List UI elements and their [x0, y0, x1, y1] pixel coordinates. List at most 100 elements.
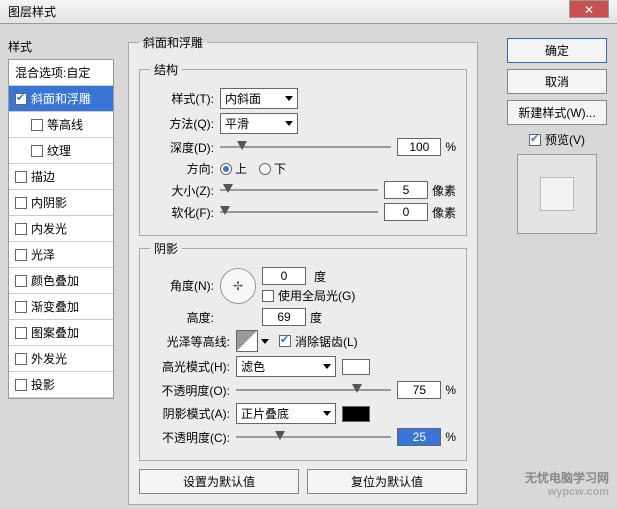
soften-label: 软化(F): — [150, 204, 214, 221]
technique-label: 方法(Q): — [150, 115, 214, 132]
altitude-input[interactable]: 69 — [262, 308, 306, 326]
style-label: 样式(T): — [150, 90, 214, 107]
checkbox-icon — [529, 134, 541, 146]
dialog-buttons: 确定 取消 新建样式(W)... 预览(V) — [507, 38, 607, 240]
highlight-opacity-slider[interactable] — [236, 383, 391, 397]
checkbox-icon[interactable] — [31, 145, 43, 157]
checkbox-icon[interactable] — [15, 223, 27, 235]
style-coloroverlay[interactable]: 颜色叠加 — [9, 268, 113, 294]
altitude-unit: 度 — [310, 309, 322, 326]
shading-group: 阴影 角度(N): ✢ 0 度 使用全局光(G) 高度: 69 度 光泽等高线: — [139, 240, 467, 461]
dropdown-icon — [285, 96, 293, 101]
watermark: 无忧电脑学习网 wypcw.com — [525, 471, 609, 499]
checkbox-icon — [262, 290, 274, 302]
style-list: 混合选项:自定 斜面和浮雕 等高线 纹理 描边 内阴影 内发光 光泽 颜色叠加 … — [8, 59, 114, 399]
size-input[interactable]: 5 — [384, 181, 428, 199]
new-style-button[interactable]: 新建样式(W)... — [507, 100, 607, 125]
blend-options-row[interactable]: 混合选项:自定 — [9, 60, 113, 86]
gloss-contour-picker[interactable] — [236, 330, 258, 352]
style-patternoverlay[interactable]: 图案叠加 — [9, 320, 113, 346]
checkbox-icon[interactable] — [15, 249, 27, 261]
style-outerglow[interactable]: 外发光 — [9, 346, 113, 372]
radio-off-icon — [259, 163, 271, 175]
global-light-checkbox[interactable]: 使用全局光(G) — [262, 287, 355, 304]
style-innerglow[interactable]: 内发光 — [9, 216, 113, 242]
bevel-legend: 斜面和浮雕 — [139, 34, 207, 51]
soften-input[interactable]: 0 — [384, 203, 428, 221]
direction-down-radio[interactable]: 下 — [259, 160, 286, 177]
checkbox-icon[interactable] — [15, 379, 27, 391]
preview-checkbox[interactable]: 预览(V) — [507, 131, 607, 148]
bevel-group: 斜面和浮雕 结构 样式(T): 内斜面 方法(Q): 平滑 深度(D): 100… — [128, 34, 478, 505]
checkbox-icon[interactable] — [15, 93, 27, 105]
checkbox-icon[interactable] — [15, 197, 27, 209]
shading-legend: 阴影 — [150, 240, 182, 257]
structure-legend: 结构 — [150, 61, 182, 78]
style-satin[interactable]: 光泽 — [9, 242, 113, 268]
size-label: 大小(Z): — [150, 182, 214, 199]
depth-input[interactable]: 100 — [397, 138, 441, 156]
shadow-color-swatch[interactable] — [342, 406, 370, 422]
dropdown-icon — [285, 121, 293, 126]
soften-slider[interactable] — [220, 205, 378, 219]
technique-select[interactable]: 平滑 — [220, 113, 298, 134]
angle-label: 角度(N): — [150, 277, 214, 294]
checkbox-icon — [279, 335, 291, 347]
angle-dial[interactable]: ✢ — [220, 268, 256, 304]
dropdown-icon — [323, 411, 331, 416]
style-texture[interactable]: 纹理 — [9, 138, 113, 164]
title-bar: 图层样式 ✕ — [0, 0, 617, 24]
size-unit: 像素 — [432, 182, 456, 199]
checkbox-icon[interactable] — [15, 171, 27, 183]
style-stroke[interactable]: 描边 — [9, 164, 113, 190]
gloss-label: 光泽等高线: — [150, 333, 230, 350]
depth-label: 深度(D): — [150, 139, 214, 156]
settings-panel: 斜面和浮雕 结构 样式(T): 内斜面 方法(Q): 平滑 深度(D): 100… — [128, 30, 478, 509]
window-title: 图层样式 — [8, 5, 56, 19]
soften-unit: 像素 — [432, 204, 456, 221]
shadow-mode-label: 阴影模式(A): — [150, 405, 230, 422]
shadow-opacity-slider[interactable] — [236, 430, 391, 444]
checkbox-icon[interactable] — [15, 275, 27, 287]
structure-group: 结构 样式(T): 内斜面 方法(Q): 平滑 深度(D): 100 % 方向:… — [139, 61, 467, 236]
highlight-opacity-input[interactable]: 75 — [397, 381, 441, 399]
dropdown-icon — [323, 364, 331, 369]
style-bevel[interactable]: 斜面和浮雕 — [9, 86, 113, 112]
angle-unit: 度 — [314, 268, 326, 285]
highlight-mode-select[interactable]: 滤色 — [236, 356, 336, 377]
shadow-opacity-label: 不透明度(C): — [150, 429, 230, 446]
antialias-checkbox[interactable]: 消除锯齿(L) — [279, 333, 358, 350]
depth-slider[interactable] — [220, 140, 391, 154]
ok-button[interactable]: 确定 — [507, 38, 607, 63]
shadow-mode-select[interactable]: 正片叠底 — [236, 403, 336, 424]
highlight-opacity-label: 不透明度(O): — [150, 382, 230, 399]
style-contour[interactable]: 等高线 — [9, 112, 113, 138]
make-default-button[interactable]: 设置为默认值 — [139, 469, 299, 494]
opacity-unit: % — [445, 430, 456, 444]
checkbox-icon[interactable] — [31, 119, 43, 131]
shadow-opacity-input[interactable]: 25 — [397, 428, 441, 446]
highlight-mode-label: 高光模式(H): — [150, 358, 230, 375]
crosshair-icon: ✢ — [233, 279, 243, 293]
style-select[interactable]: 内斜面 — [220, 88, 298, 109]
close-button[interactable]: ✕ — [569, 0, 609, 18]
styles-panel: 样式 混合选项:自定 斜面和浮雕 等高线 纹理 描边 内阴影 内发光 光泽 颜色… — [8, 38, 114, 399]
checkbox-icon[interactable] — [15, 301, 27, 313]
style-gradientoverlay[interactable]: 渐变叠加 — [9, 294, 113, 320]
cancel-button[interactable]: 取消 — [507, 69, 607, 94]
altitude-label: 高度: — [150, 309, 214, 326]
opacity-unit: % — [445, 383, 456, 397]
radio-on-icon — [220, 163, 232, 175]
preview-sample — [540, 177, 574, 211]
angle-input[interactable]: 0 — [262, 267, 306, 285]
checkbox-icon[interactable] — [15, 327, 27, 339]
highlight-color-swatch[interactable] — [342, 359, 370, 375]
style-innershadow[interactable]: 内阴影 — [9, 190, 113, 216]
style-dropshadow[interactable]: 投影 — [9, 372, 113, 398]
size-slider[interactable] — [220, 183, 378, 197]
reset-default-button[interactable]: 复位为默认值 — [307, 469, 467, 494]
direction-up-radio[interactable]: 上 — [220, 160, 247, 177]
dropdown-icon[interactable] — [261, 339, 269, 344]
styles-heading: 样式 — [8, 38, 114, 55]
checkbox-icon[interactable] — [15, 353, 27, 365]
